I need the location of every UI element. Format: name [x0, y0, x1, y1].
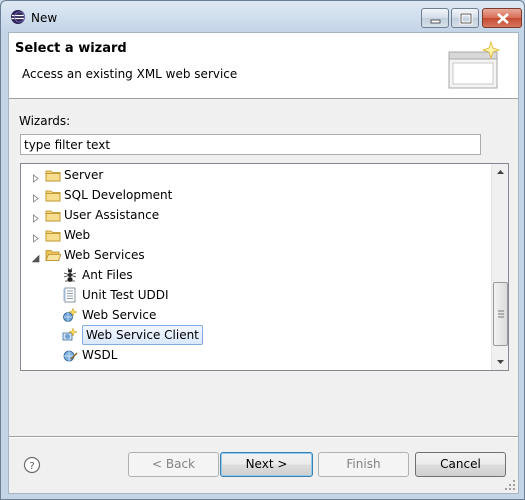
folder-icon — [45, 187, 61, 203]
minimize-icon — [430, 19, 441, 24]
close-button[interactable] — [482, 8, 522, 28]
close-icon — [497, 13, 509, 24]
tree-item-label: Web — [64, 228, 91, 242]
scroll-thumb[interactable] — [493, 282, 508, 346]
help-icon[interactable]: ? — [23, 456, 41, 474]
tree-item-label: User Assistance — [64, 208, 160, 222]
collapsed-arrow-icon[interactable] — [31, 210, 40, 223]
wizard-tree[interactable]: Server SQL Development User Assistance Web W… — [20, 163, 509, 371]
page-title: Select a wizard — [15, 41, 127, 56]
tree-item-web-services[interactable]: Web Services — [21, 245, 491, 265]
filter-input[interactable] — [20, 134, 481, 155]
wsdl-icon — [62, 347, 78, 363]
folder-icon — [45, 227, 61, 243]
tree-item-wsdl[interactable]: WSDL — [21, 345, 491, 365]
maximize-icon — [459, 12, 473, 25]
page-description: Access an existing XML web service — [22, 67, 238, 81]
web-service-client-icon — [62, 327, 78, 343]
wizard-header: Select a wizard Access an existing XML w… — [9, 33, 518, 99]
dialog-body: Select a wizard Access an existing XML w… — [8, 32, 519, 494]
minimize-button[interactable] — [421, 8, 449, 28]
collapsed-arrow-icon[interactable] — [31, 230, 40, 243]
tree-item-label: Web Service Client — [82, 325, 203, 345]
tree-item-label: SQL Development — [64, 188, 173, 202]
svg-text:?: ? — [29, 461, 34, 472]
button-bar-separator — [9, 436, 518, 438]
document-icon — [62, 287, 78, 303]
resize-grip-icon[interactable] — [504, 479, 516, 491]
wizard-banner-icon — [448, 40, 501, 89]
tree-item-sql-development[interactable]: SQL Development — [21, 185, 491, 205]
tree-item-user-assistance[interactable]: User Assistance — [21, 205, 491, 225]
grip-lines-icon — [498, 310, 504, 318]
finish-button[interactable]: Finish — [318, 452, 409, 477]
ant-icon — [62, 267, 78, 283]
tree-item-label: Unit Test UDDI — [82, 288, 169, 302]
title-bar[interactable]: New — [1, 1, 524, 31]
tree-item-web-service[interactable]: Web Service — [21, 305, 491, 325]
web-service-icon — [62, 307, 78, 323]
tree-item-unit-test-uddi[interactable]: Unit Test UDDI — [21, 285, 491, 305]
tree-item-label: Web Services — [64, 248, 145, 262]
expanded-arrow-icon[interactable] — [31, 250, 40, 263]
back-button[interactable]: < Back — [128, 452, 219, 477]
maximize-button[interactable] — [451, 8, 479, 28]
tree-item-ant-files[interactable]: Ant Files — [21, 265, 491, 285]
eclipse-icon — [11, 10, 25, 24]
folder-open-icon — [45, 247, 62, 263]
next-button[interactable]: Next > — [220, 452, 313, 477]
tree-item-web-service-client[interactable]: Web Service Client — [21, 325, 491, 345]
collapsed-arrow-icon[interactable] — [31, 190, 40, 203]
wizards-label: Wizards: — [19, 114, 71, 128]
tree-item-label: WSDL — [82, 348, 118, 362]
tree-item-server[interactable]: Server — [21, 165, 491, 185]
window-title: New — [31, 11, 58, 25]
new-wizard-window: New Select a wizard Access an existing X… — [0, 0, 525, 500]
tree-item-label: Server — [64, 168, 104, 182]
tree-item-web[interactable]: Web — [21, 225, 491, 245]
scroll-up-icon[interactable] — [492, 164, 509, 181]
collapsed-arrow-icon[interactable] — [31, 170, 40, 183]
tree-scrollbar[interactable] — [491, 164, 508, 370]
scroll-down-icon[interactable] — [492, 353, 509, 370]
tree-item-label: Ant Files — [82, 268, 133, 282]
folder-icon — [45, 207, 61, 223]
cancel-button[interactable]: Cancel — [415, 452, 506, 477]
tree-item-label: Web Service — [82, 308, 157, 322]
folder-icon — [45, 167, 61, 183]
